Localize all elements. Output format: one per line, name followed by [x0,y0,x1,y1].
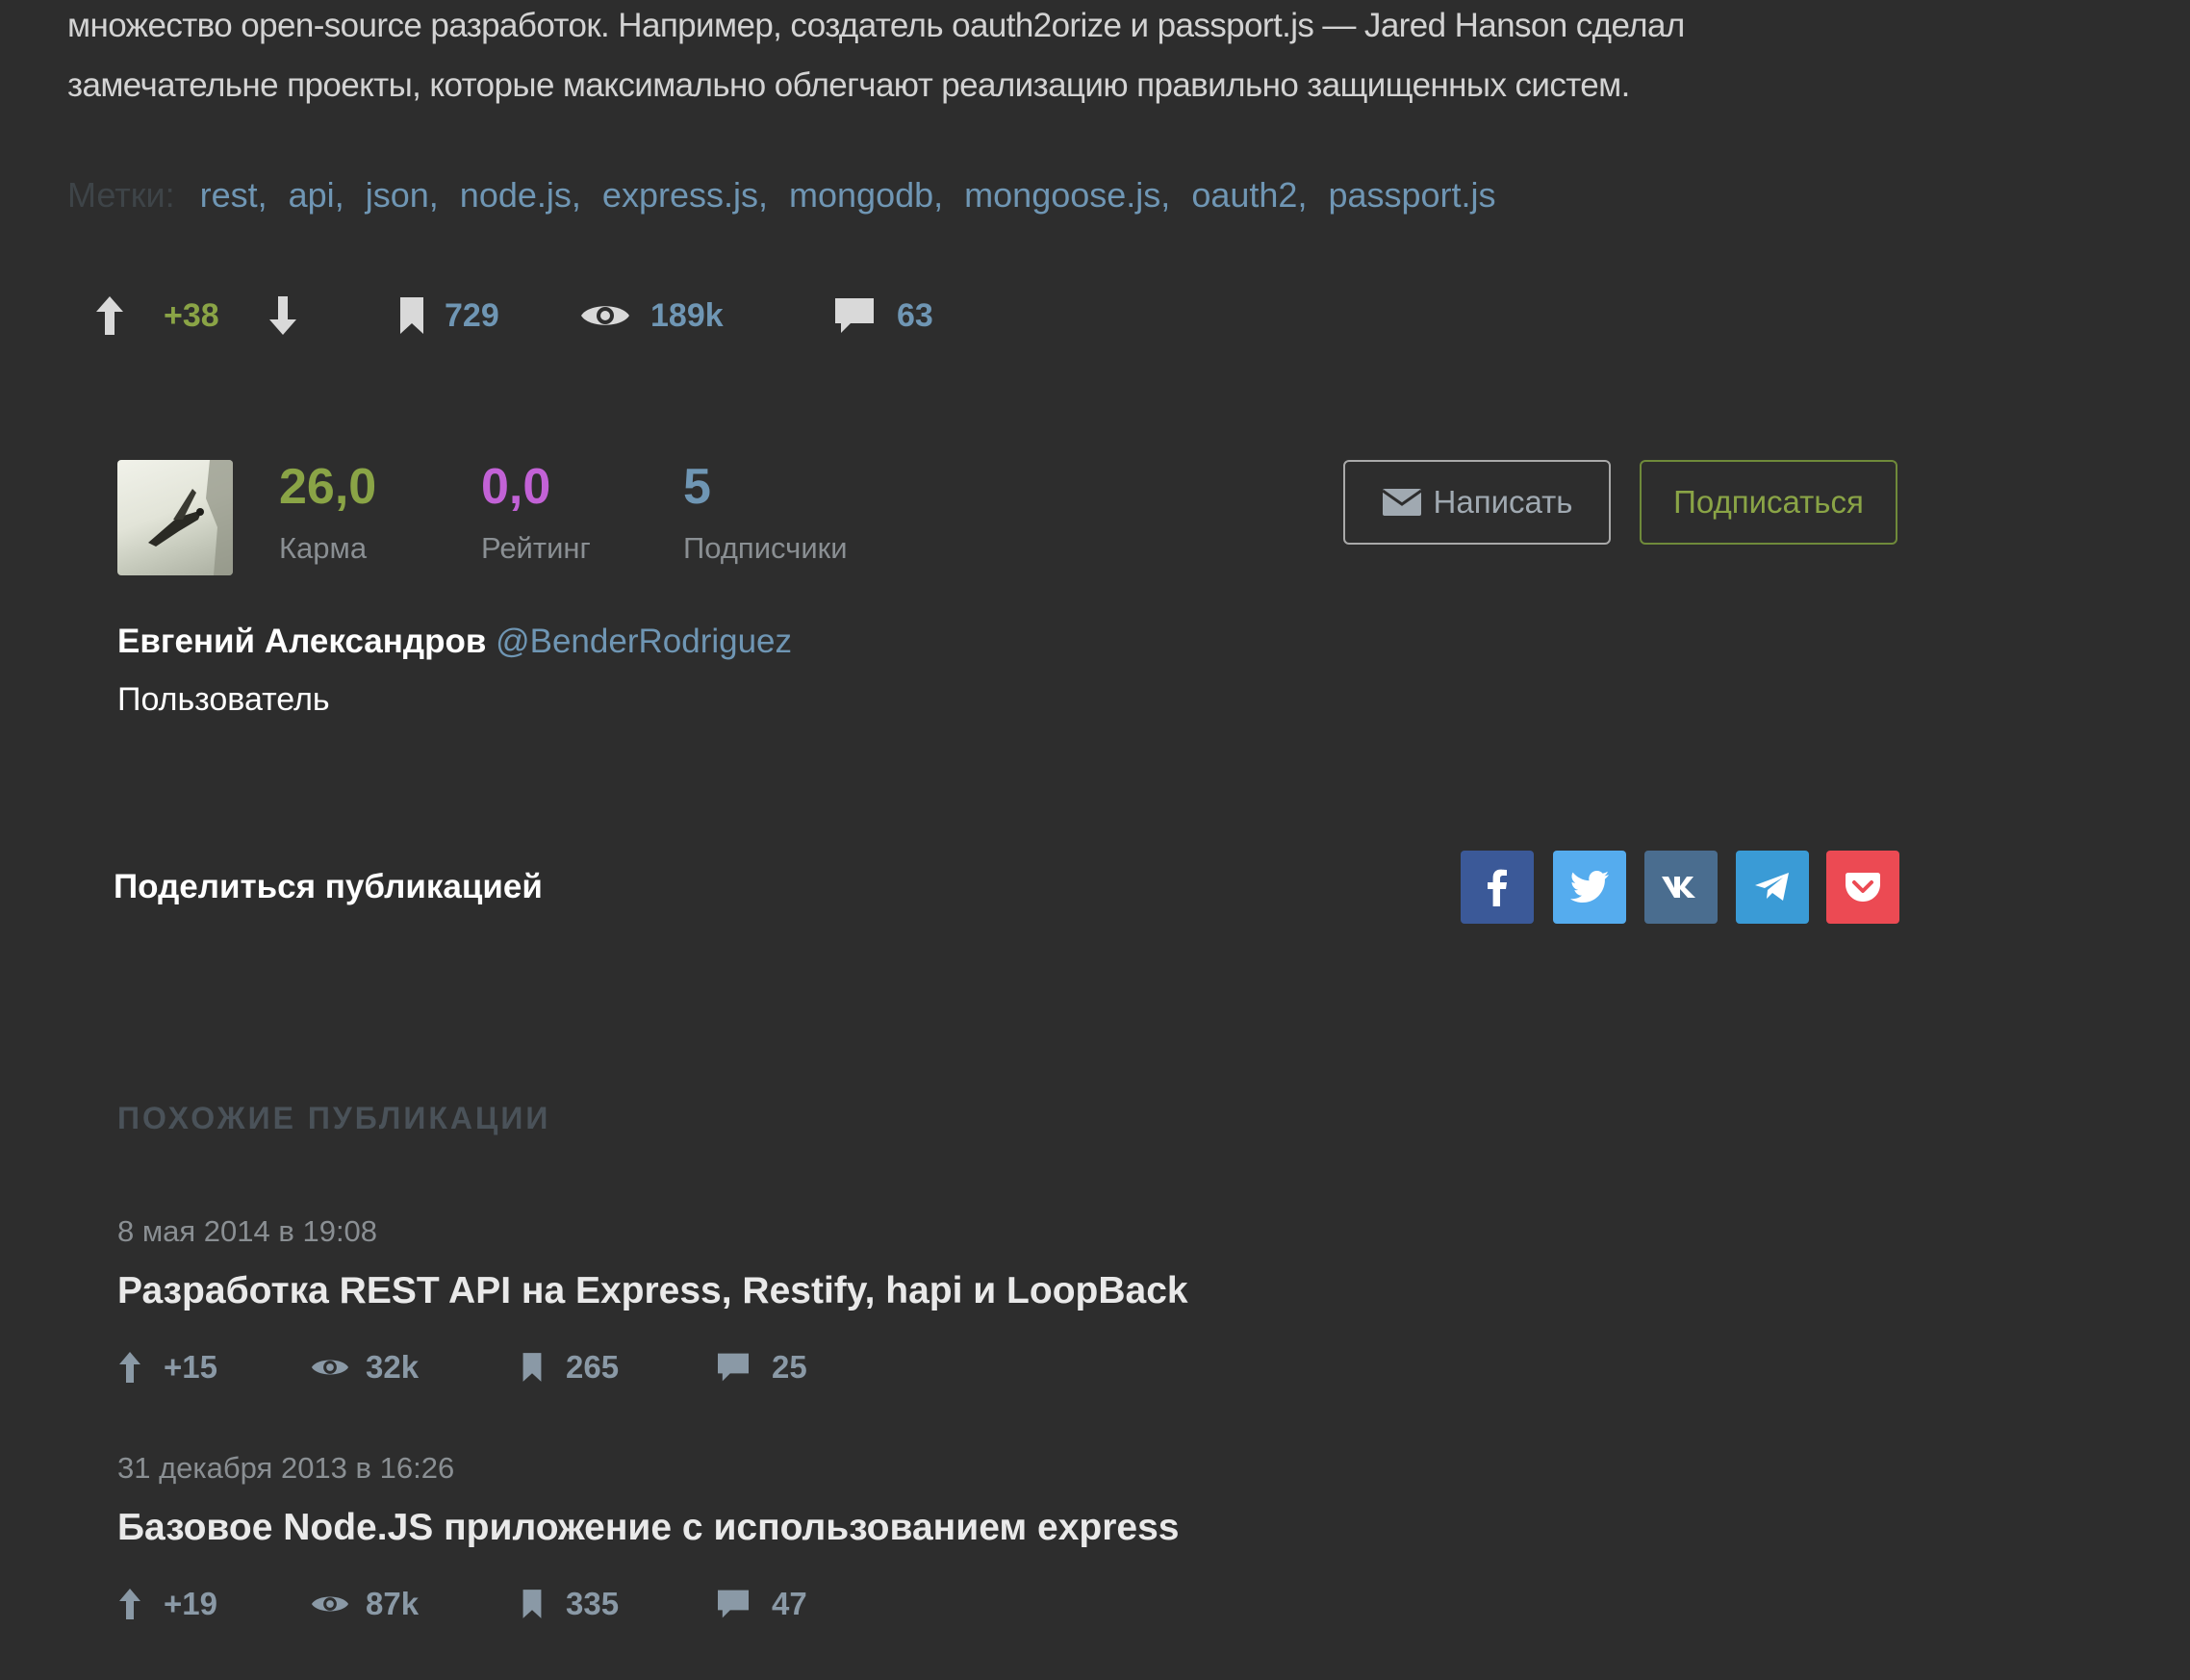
subscribe-label: Подписаться [1673,484,1864,520]
bookmark-button[interactable]: 335 [522,1580,619,1628]
author-identity: Евгений Александров @BenderRodriguez [117,618,792,666]
tag-link[interactable]: rest [200,175,258,215]
envelope-icon [1381,489,1422,516]
share-pocket-button[interactable] [1826,851,1899,924]
bookmark-icon [522,1590,542,1618]
share-title: Поделиться публикацией [114,868,543,905]
karma-label: Карма [279,531,368,565]
views-count: 189k [650,296,724,334]
tag-link[interactable]: json [366,175,429,215]
author-nickname[interactable]: @BenderRodriguez [496,623,792,660]
similar-post-title[interactable]: Базовое Node.JS приложение с использован… [117,1501,1180,1555]
vk-icon [1662,877,1695,898]
write-message-label: Написать [1433,484,1573,520]
comments-link[interactable]: 63 [833,285,933,346]
vote-up-button[interactable] [94,285,125,346]
arrow-down-icon [269,296,296,335]
eye-icon [581,306,629,325]
post-score: +38 [164,296,219,334]
comments-link[interactable]: 25 [716,1343,807,1391]
vote-down-button[interactable] [267,285,298,346]
avatar-image [148,460,233,575]
arrow-up-icon [119,1589,140,1619]
rating-value: 0,0 [481,459,551,515]
bookmark-button[interactable]: 265 [522,1343,619,1391]
tags-label: Метки: [67,175,175,215]
tags-list: Метки: rest, api, json, node.js, express… [67,175,1496,215]
similar-post-views: 87k [366,1586,420,1621]
tag-link[interactable]: mongodb [789,175,933,215]
tag-link[interactable]: passport.js [1328,175,1495,215]
vote-up-button[interactable] [117,1343,142,1391]
comment-icon [835,298,874,333]
pocket-icon [1846,873,1880,902]
similar-posts-heading: ПОХОЖИЕ ПУБЛИКАЦИИ [117,1101,551,1135]
write-message-button[interactable]: Написать [1343,460,1611,545]
rating-label: Рейтинг [481,531,591,565]
bookmark-icon [522,1353,542,1382]
similar-post-views: 32k [366,1349,420,1385]
tag-link[interactable]: api [289,175,335,215]
views-stat: 87k [310,1580,419,1628]
arrow-up-icon [96,296,123,335]
eye-icon [311,1596,349,1612]
telegram-icon [1755,873,1789,901]
comment-icon [718,1590,749,1618]
share-twitter-button[interactable] [1553,851,1626,924]
followers-block[interactable]: 5 Подписчики [683,452,848,566]
vote-up-button[interactable] [117,1580,142,1628]
eye-icon [311,1360,349,1375]
share-telegram-button[interactable] [1736,851,1809,924]
followers-value: 5 [683,459,711,515]
similar-post-title[interactable]: Разработка REST API на Express, Restify,… [117,1264,1188,1318]
similar-post-comments: 25 [772,1349,807,1385]
subscribe-button[interactable]: Подписаться [1640,460,1897,545]
comment-icon [718,1353,749,1382]
similar-post-bookmarks: 335 [566,1586,620,1621]
bookmarks-count: 729 [445,296,499,334]
comments-link[interactable]: 47 [716,1580,807,1628]
similar-post-comments: 47 [772,1586,807,1621]
facebook-icon [1488,869,1507,906]
bookmark-button[interactable]: 729 [398,285,499,346]
views-stat: 32k [310,1343,419,1391]
followers-label: Подписчики [683,531,848,565]
tag-link[interactable]: node.js [460,175,572,215]
author-role: Пользователь [117,681,330,718]
tag-link[interactable]: oauth2 [1191,175,1297,215]
share-facebook-button[interactable] [1461,851,1534,924]
article-line-1: множество open-source разработок. Наприм… [67,7,1685,44]
author-avatar[interactable] [117,460,233,575]
tag-link[interactable]: mongoose.js [964,175,1160,215]
similar-post-score: +19 [164,1586,217,1621]
similar-post-date: 8 мая 2014 в 19:08 [117,1214,378,1248]
comments-count: 63 [897,296,933,334]
bookmark-icon [400,297,423,334]
share-vk-button[interactable] [1644,851,1718,924]
article-line-2: замечательне проекты, которые максимальн… [67,66,1630,104]
tag-link[interactable]: express.js [602,175,758,215]
rating-block[interactable]: 0,0 Рейтинг [481,452,591,566]
similar-post-bookmarks: 265 [566,1349,620,1385]
author-name[interactable]: Евгений Александров [117,623,486,660]
article-body: множество open-source разработок. Наприм… [67,0,1953,115]
karma-value: 26,0 [279,459,377,515]
views-stat: 189k [579,285,724,346]
similar-post-score: +15 [164,1349,217,1385]
arrow-up-icon [119,1352,140,1383]
similar-post-date: 31 декабря 2013 в 16:26 [117,1451,455,1485]
karma-block[interactable]: 26,0 Карма [279,452,376,566]
twitter-icon [1570,871,1609,903]
